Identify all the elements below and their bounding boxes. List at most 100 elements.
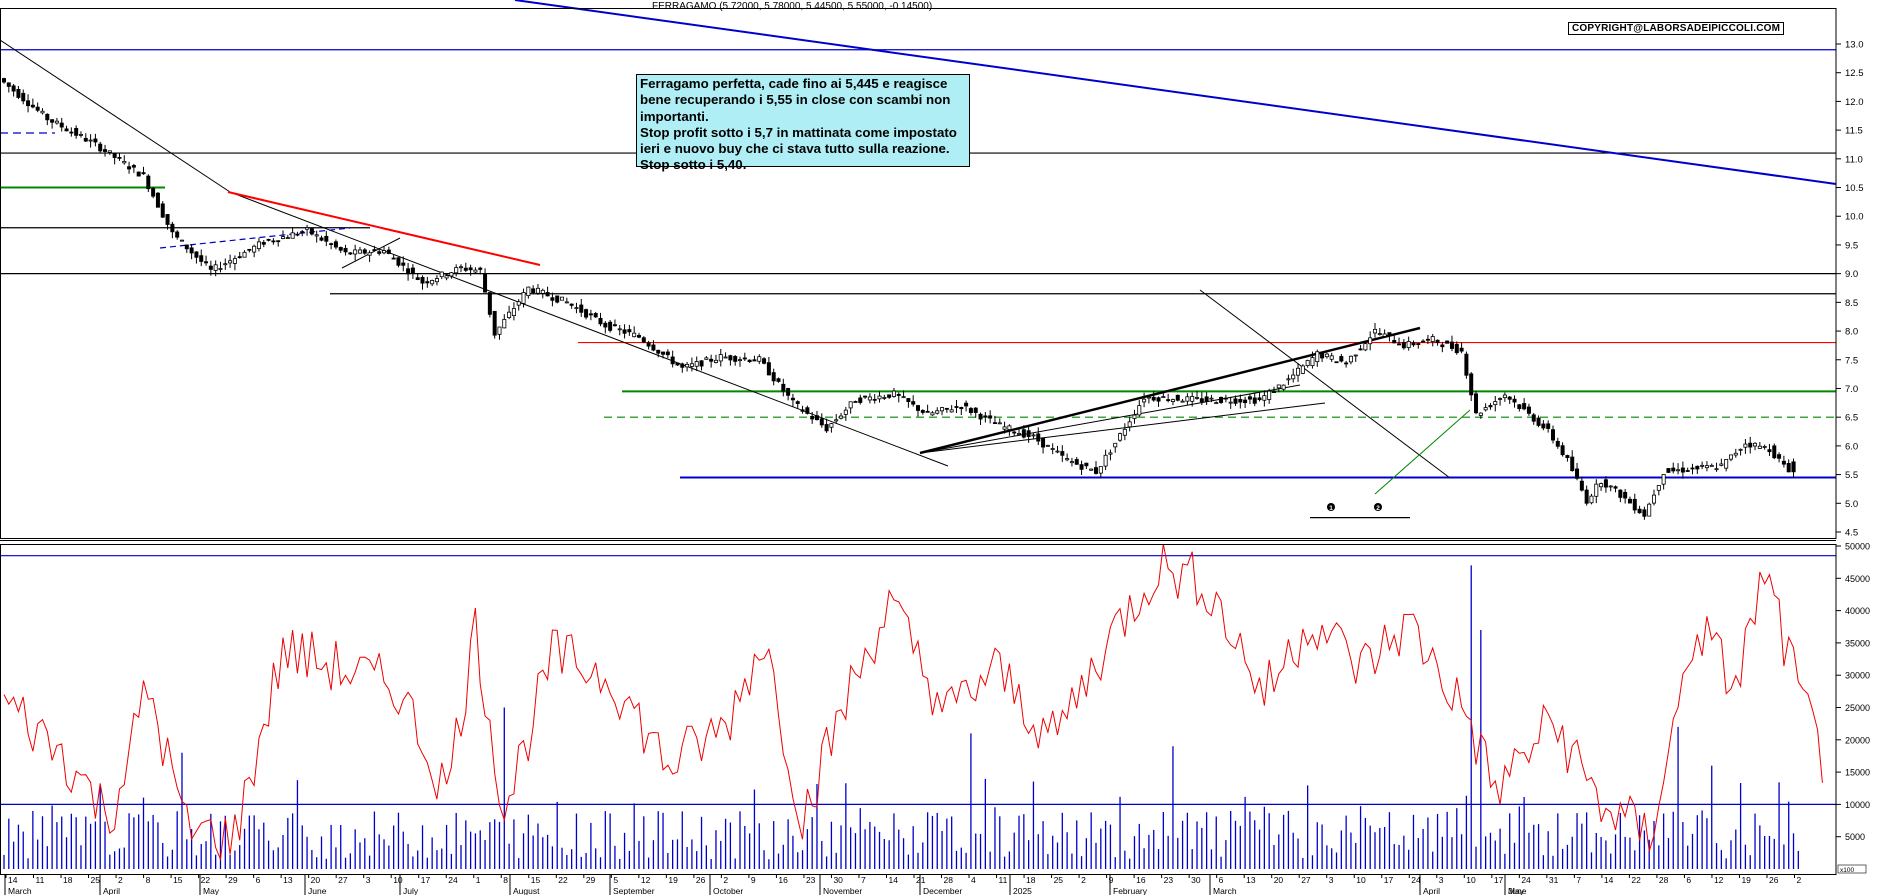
candle-body (237, 256, 242, 259)
candle-body (1079, 464, 1084, 470)
candle-body (1464, 353, 1469, 376)
x-day-label: 20 (1274, 875, 1284, 885)
candle-body (1397, 343, 1402, 346)
candle-body (391, 257, 396, 260)
candle-body (232, 258, 237, 264)
candle-body (636, 334, 641, 338)
candle-body (771, 372, 776, 382)
candle-body (834, 419, 839, 422)
candle-body (733, 356, 738, 362)
candle-body (122, 160, 127, 164)
candle-body (992, 422, 997, 425)
candle-body (1089, 468, 1094, 471)
candle-body (1411, 342, 1416, 346)
candle-body (1276, 384, 1281, 389)
candle-body (343, 248, 348, 253)
candle-body (194, 251, 199, 258)
volume-tick-label: 15000 (1845, 768, 1870, 778)
x-day-label: 28 (944, 875, 954, 885)
candle-body (1170, 399, 1175, 402)
annotation-box: Ferragamo perfetta, cade fino ai 5,445 e… (636, 74, 970, 172)
candle-body (757, 356, 762, 362)
candle-body (256, 241, 261, 250)
candle-body (790, 397, 795, 401)
price-tick-label: 13.0 (1845, 40, 1864, 51)
candle-body (1406, 341, 1411, 348)
x-day-label: 22 (1631, 875, 1641, 885)
candle-body (497, 326, 502, 335)
candle-body (1599, 483, 1604, 488)
x-day-label: 14 (1604, 875, 1614, 885)
candle-body (579, 304, 584, 313)
candle-body (1608, 485, 1613, 488)
candle-body (1166, 399, 1171, 402)
candle-body (305, 227, 310, 230)
candle-body (550, 297, 555, 301)
candle-body (1031, 434, 1036, 437)
candle-body (1060, 451, 1065, 456)
candle-body (93, 138, 98, 143)
candle-body (964, 402, 969, 407)
candle-body (1416, 343, 1421, 345)
candle-body (26, 100, 31, 107)
candle-body (276, 240, 281, 243)
price-tick-label: 6.0 (1845, 441, 1858, 452)
candle-body (588, 313, 593, 316)
candle-body (988, 415, 993, 419)
candle-body (968, 408, 973, 413)
candle-body (1084, 462, 1089, 467)
x-day-label: 10 (393, 875, 403, 885)
x-day-label: 10 (1466, 875, 1476, 885)
candle-body (502, 319, 507, 329)
x-day-label: 11 (36, 875, 45, 885)
candle-body (382, 250, 387, 254)
candle-body (584, 309, 589, 318)
candle-body (1589, 495, 1594, 504)
candle-body (1021, 429, 1026, 438)
candle-body (617, 328, 622, 331)
candle-body (680, 363, 685, 368)
candle-body (997, 422, 1002, 425)
x-day-label: 12 (1714, 875, 1724, 885)
candle-body (545, 292, 550, 297)
candle-body (319, 237, 324, 241)
candle-body (1738, 448, 1743, 451)
volume-tick-label: 35000 (1845, 638, 1870, 648)
price-tick-label: 10.5 (1845, 183, 1864, 194)
candle-body (107, 150, 112, 153)
candle-body (1791, 461, 1796, 473)
candle-body (949, 409, 954, 413)
candle-body (444, 275, 449, 279)
candle-body (223, 263, 228, 266)
candle-body (1017, 433, 1022, 435)
x-day-label: 9 (751, 875, 756, 885)
candle-body (742, 357, 747, 360)
candle-body (665, 351, 670, 356)
x-day-label: 29 (586, 875, 596, 885)
candle-body (160, 203, 165, 218)
x-day-label: 24 (1521, 875, 1531, 885)
candle-body (386, 249, 391, 254)
candle-body (858, 397, 863, 403)
x-day-label: 8 (146, 875, 151, 885)
candle-body (1065, 458, 1070, 461)
candle-body (362, 249, 367, 254)
candle-body (1757, 445, 1762, 449)
candle-body (1247, 396, 1252, 400)
candle-body (208, 265, 213, 270)
x-day-label: 30 (833, 875, 843, 885)
candle-body (863, 395, 868, 398)
candle-body (372, 249, 377, 252)
volume-tick-label: 20000 (1845, 735, 1870, 745)
trend-line (919, 402, 1326, 454)
candle-body (805, 407, 810, 414)
x-day-label: 26 (696, 875, 706, 885)
candle-body (1190, 396, 1195, 402)
candle-body (1185, 396, 1190, 402)
marker-label: 1 (1329, 505, 1333, 512)
x-month-label: October (713, 886, 743, 895)
candle-body (896, 393, 901, 396)
candle-body (1103, 454, 1108, 467)
price-tick-label: 5.5 (1845, 470, 1858, 481)
candle-body (290, 232, 295, 239)
